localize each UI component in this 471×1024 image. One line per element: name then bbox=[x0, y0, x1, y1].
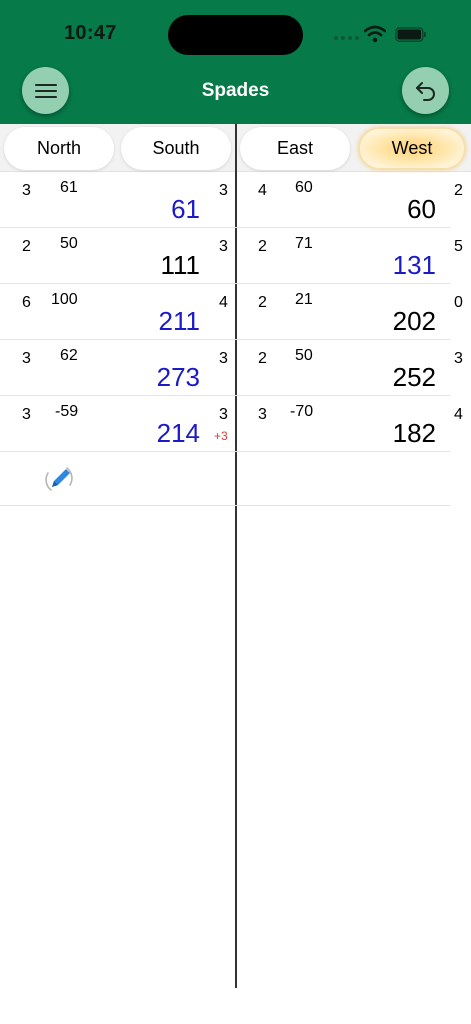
score-row[interactable]: 3 -59 214 3 +3 3 -70 182 4 bbox=[0, 396, 463, 452]
team2-points: 50 bbox=[295, 347, 313, 364]
dynamic-island bbox=[168, 15, 303, 55]
pencil-edit-icon[interactable] bbox=[42, 462, 76, 496]
team2-bid: 2 bbox=[258, 294, 267, 311]
team1-bid: 6 bbox=[22, 294, 31, 311]
team1-total: 111 bbox=[160, 250, 200, 280]
bag-penalty-badge: +3 bbox=[214, 429, 228, 443]
team1-points: -59 bbox=[55, 403, 79, 420]
cellular-signal-icon bbox=[334, 36, 359, 40]
score-row[interactable]: 6 100 211 4 2 21 202 0 bbox=[0, 284, 463, 340]
team1-points: 50 bbox=[60, 235, 78, 252]
team1-points: 62 bbox=[60, 347, 78, 364]
undo-arrow-icon bbox=[415, 81, 435, 101]
team1-bid: 3 bbox=[22, 406, 31, 423]
tab-south[interactable]: South bbox=[121, 127, 231, 170]
team2-bid: 3 bbox=[258, 406, 267, 423]
team1-bags: 3 bbox=[219, 350, 228, 367]
team2-bags: 5 bbox=[454, 238, 463, 255]
team1-bid: 3 bbox=[22, 350, 31, 367]
team2-total: 131 bbox=[392, 250, 436, 280]
tab-east[interactable]: East bbox=[240, 127, 350, 170]
score-row[interactable]: 3 62 273 3 2 50 252 3 bbox=[0, 340, 463, 396]
team1-total: 214 bbox=[156, 418, 200, 448]
team2-total: 252 bbox=[392, 362, 436, 392]
team2-bid: 2 bbox=[258, 350, 267, 367]
tab-west[interactable]: West bbox=[358, 127, 466, 170]
team1-bid: 3 bbox=[22, 182, 31, 199]
app-header: 10:47 Spades bbox=[0, 0, 471, 124]
tab-north[interactable]: North bbox=[4, 127, 114, 170]
page-title: Spades bbox=[201, 80, 270, 101]
team1-bags: 4 bbox=[219, 294, 228, 311]
team2-bags: 0 bbox=[454, 294, 463, 311]
team1-bags: 3 bbox=[219, 406, 228, 423]
team2-bags: 2 bbox=[454, 182, 463, 199]
team2-bid: 2 bbox=[258, 238, 267, 255]
battery-icon bbox=[395, 27, 426, 42]
status-time: 10:47 bbox=[64, 22, 117, 44]
team1-bags: 3 bbox=[219, 182, 228, 199]
team2-total: 60 bbox=[407, 194, 436, 224]
team2-bags: 4 bbox=[454, 406, 463, 423]
team2-bags: 3 bbox=[454, 350, 463, 367]
team1-points: 61 bbox=[60, 179, 78, 196]
team2-bid: 4 bbox=[258, 182, 267, 199]
team1-total: 211 bbox=[158, 306, 200, 336]
team2-points: 21 bbox=[295, 291, 313, 308]
team2-points: 71 bbox=[295, 235, 313, 252]
score-row[interactable]: 2 50 111 3 2 71 131 5 bbox=[0, 228, 463, 284]
team2-points: -70 bbox=[290, 403, 314, 420]
undo-button[interactable] bbox=[402, 67, 449, 114]
score-row[interactable]: 3 61 61 3 4 60 60 2 bbox=[0, 172, 463, 228]
wifi-icon bbox=[364, 25, 386, 43]
team1-bid: 2 bbox=[22, 238, 31, 255]
team1-points: 100 bbox=[51, 291, 78, 308]
team1-total: 61 bbox=[171, 194, 200, 224]
team2-total: 182 bbox=[392, 418, 436, 448]
team1-bags: 3 bbox=[219, 238, 228, 255]
team2-total: 202 bbox=[392, 306, 436, 336]
team1-total: 273 bbox=[156, 362, 200, 392]
team2-points: 60 bbox=[295, 179, 313, 196]
add-round-row bbox=[0, 450, 450, 506]
